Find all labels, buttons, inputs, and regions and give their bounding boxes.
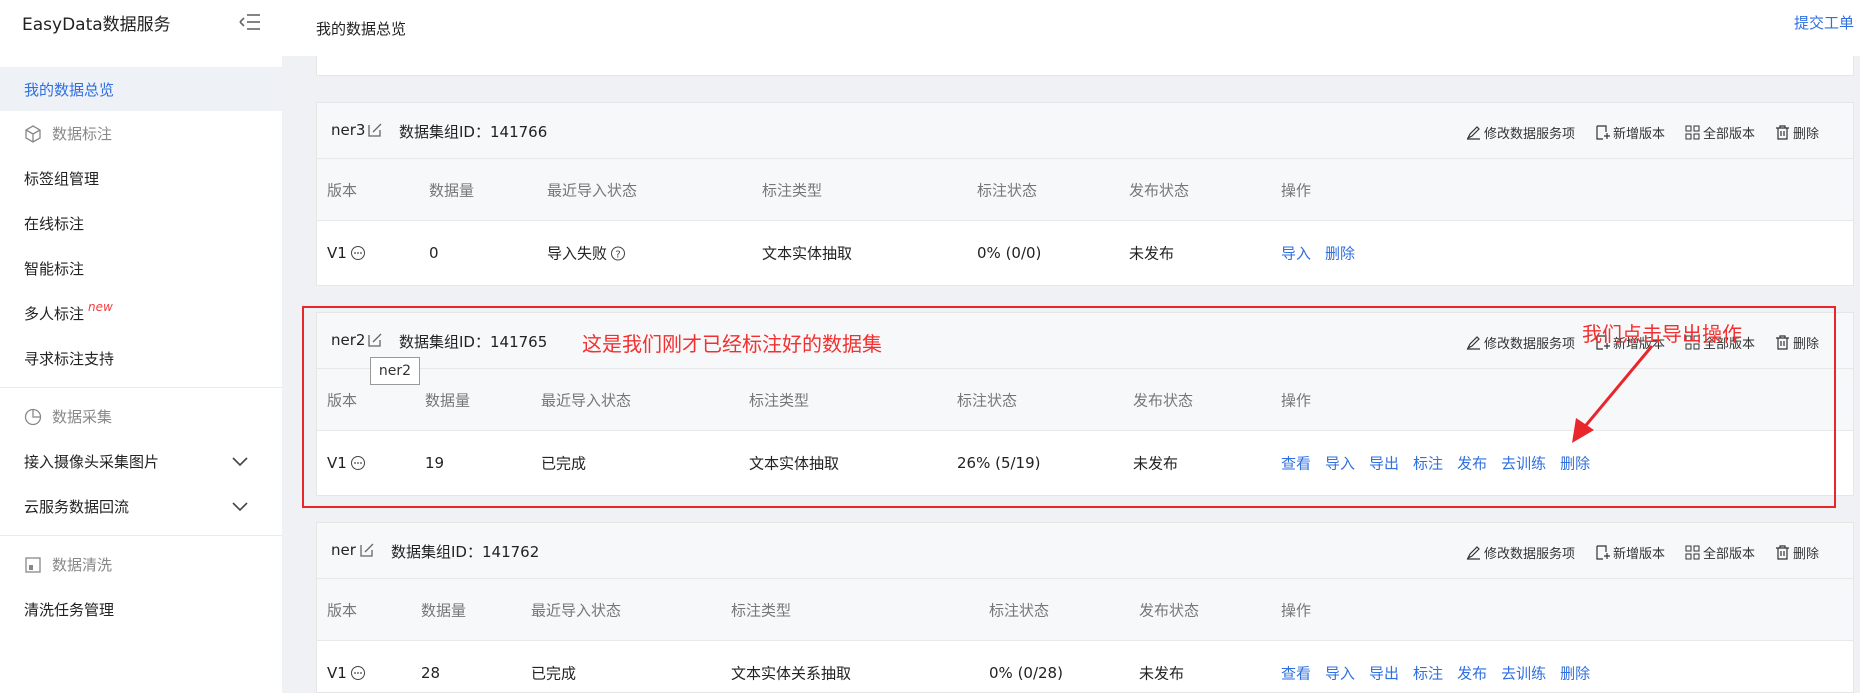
- new-version-button[interactable]: 新增版本: [1595, 543, 1665, 562]
- new-version-button[interactable]: 新增版本: [1595, 123, 1665, 142]
- chevron-down-icon: [232, 502, 248, 512]
- sidebar: EasyData数据服务 我的数据总览 数据标注 标签组管理 在线标注 智能标注…: [0, 0, 282, 693]
- add-file-icon: [1596, 545, 1610, 560]
- trash-icon: [1775, 125, 1789, 140]
- pie-chart-icon: [24, 408, 42, 425]
- export-link[interactable]: 导出: [1369, 663, 1399, 684]
- svg-text:?: ?: [615, 249, 620, 260]
- delete-group-button[interactable]: 删除: [1775, 543, 1819, 562]
- sidebar-item-label-support[interactable]: 寻求标注支持: [0, 336, 282, 381]
- top-bar: 我的数据总览 提交工单: [282, 0, 1860, 56]
- dataset-name: ner3: [331, 121, 366, 139]
- publish-link[interactable]: 发布: [1457, 663, 1487, 684]
- edit-icon[interactable]: [367, 122, 383, 138]
- pencil-icon: [1466, 546, 1480, 560]
- dataset-card: ner3 数据集组ID：141766 修改数据服务项 新增版本 全部版本 删除 …: [316, 102, 1854, 286]
- sidebar-item-label-groups[interactable]: 标签组管理: [0, 156, 282, 201]
- table-row: V1 28 已完成 文本实体关系抽取 0% (0/28) 未发布 查看 导入 导…: [327, 663, 1591, 684]
- section-data-collection: 数据采集: [0, 394, 282, 439]
- view-link[interactable]: 查看: [1281, 663, 1311, 684]
- clean-icon: [25, 556, 41, 573]
- submit-ticket-link[interactable]: 提交工单: [1794, 12, 1854, 33]
- import-link[interactable]: 导入: [1325, 663, 1355, 684]
- sidebar-item-clean-tasks[interactable]: 清洗任务管理: [0, 587, 282, 632]
- sidebar-item-smart-labeling[interactable]: 智能标注: [0, 246, 282, 291]
- page-title: 我的数据总览: [316, 19, 407, 38]
- previous-card-bottom: [316, 56, 1854, 76]
- help-icon[interactable]: ?: [610, 245, 626, 261]
- delete-link[interactable]: 删除: [1560, 663, 1590, 684]
- sidebar-item-camera-collect[interactable]: 接入摄像头采集图片: [0, 439, 282, 484]
- sidebar-item-cloud-backflow[interactable]: 云服务数据回流: [0, 484, 282, 529]
- more-icon[interactable]: [350, 245, 366, 261]
- edit-service-button[interactable]: 修改数据服务项: [1466, 543, 1575, 562]
- add-file-icon: [1596, 125, 1610, 140]
- dataset-name: ner: [331, 541, 356, 559]
- collapse-menu-icon[interactable]: [238, 12, 262, 32]
- all-versions-button[interactable]: 全部版本: [1685, 123, 1755, 142]
- grid-icon: [1685, 125, 1700, 140]
- more-icon[interactable]: [350, 665, 366, 681]
- brand: EasyData数据服务: [0, 0, 282, 45]
- section-data-cleaning: 数据清洗: [0, 542, 282, 587]
- group-id: 数据集组ID：141766: [399, 123, 548, 141]
- section-data-labeling: 数据标注: [0, 111, 282, 156]
- edit-service-button[interactable]: 修改数据服务项: [1466, 123, 1575, 142]
- dataset-card: ner 数据集组ID：141762 修改数据服务项 新增版本 全部版本 删除 版…: [316, 522, 1854, 693]
- import-link[interactable]: 导入: [1281, 243, 1311, 264]
- table-row: V1 0 导入失败? 文本实体抽取 0% (0/0) 未发布 导入 删除: [327, 243, 1356, 264]
- delete-group-button[interactable]: 删除: [1775, 123, 1819, 142]
- annotation-note-dataset: 这是我们刚才已经标注好的数据集: [582, 332, 882, 356]
- annotation-arrow-icon: [1572, 345, 1654, 443]
- table-header: 版本 数据量 最近导入状态 标注类型 标注状态 发布状态 操作: [317, 579, 1853, 641]
- sidebar-item-online-labeling[interactable]: 在线标注: [0, 201, 282, 246]
- sidebar-item-overview[interactable]: 我的数据总览: [0, 67, 282, 111]
- table-header: 版本 数据量 最近导入状态 标注类型 标注状态 发布状态 操作: [317, 159, 1853, 221]
- label-link[interactable]: 标注: [1413, 663, 1443, 684]
- chevron-down-icon: [232, 457, 248, 467]
- train-link[interactable]: 去训练: [1501, 663, 1546, 684]
- group-id: 数据集组ID：141762: [391, 543, 540, 561]
- sidebar-item-multi-labeling[interactable]: 多人标注 new: [0, 291, 282, 336]
- delete-link[interactable]: 删除: [1325, 243, 1355, 264]
- trash-icon: [1775, 545, 1789, 560]
- new-badge: new: [88, 299, 113, 314]
- cube-icon: [25, 124, 41, 143]
- all-versions-button[interactable]: 全部版本: [1685, 543, 1755, 562]
- brand-title: EasyData数据服务: [22, 15, 171, 35]
- grid-icon: [1685, 545, 1700, 560]
- pencil-icon: [1466, 126, 1480, 140]
- edit-icon[interactable]: [359, 542, 375, 558]
